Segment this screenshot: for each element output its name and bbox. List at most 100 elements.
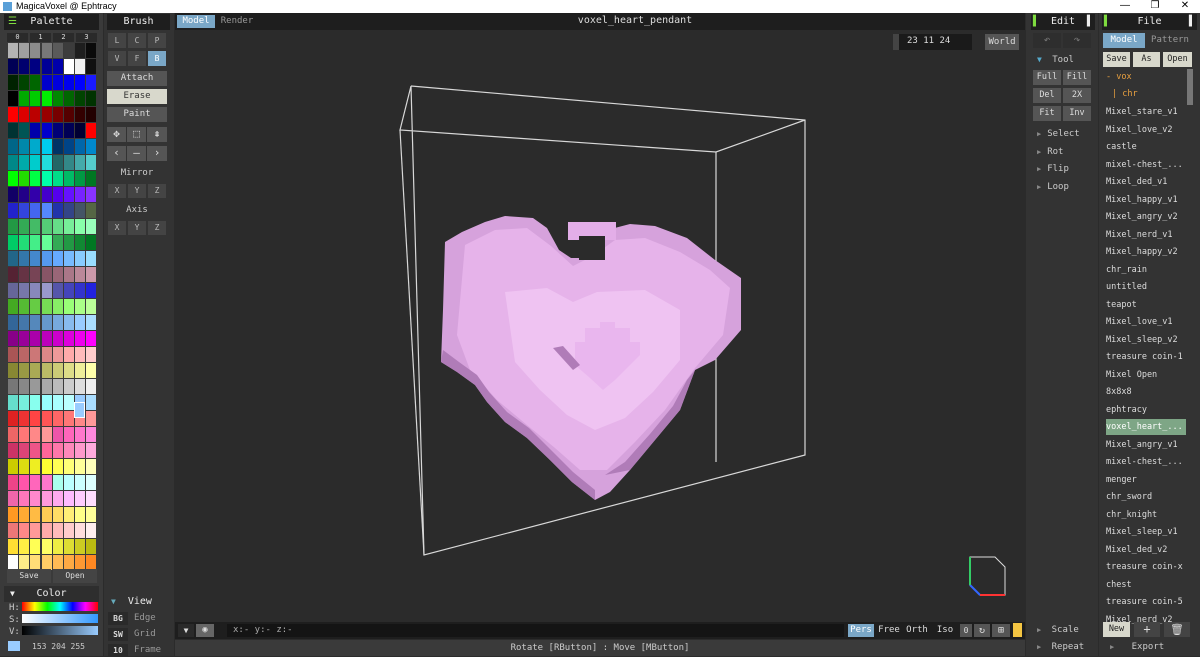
file-list-item[interactable]: mixel-chest_... — [1106, 157, 1186, 173]
palette-swatch[interactable] — [41, 59, 52, 74]
palette-swatch[interactable] — [30, 379, 41, 394]
chevron-left-icon[interactable]: ‹ — [107, 146, 126, 161]
iso-button[interactable]: Iso — [932, 624, 958, 637]
file-open-button[interactable]: Open — [1163, 52, 1192, 67]
palette-swatch[interactable] — [75, 219, 86, 234]
file-list-item[interactable]: chr_sword — [1106, 489, 1186, 505]
erase-button[interactable]: Erase — [107, 89, 167, 104]
palette-swatch[interactable] — [19, 379, 30, 394]
palette-swatch[interactable] — [64, 155, 74, 170]
palette-swatch[interactable] — [52, 411, 63, 426]
palette-swatch[interactable] — [19, 555, 30, 570]
file-list-item[interactable]: Mixel_angry_v2 — [1106, 209, 1186, 225]
palette-swatch[interactable] — [41, 315, 52, 330]
palette-swatch[interactable] — [75, 347, 86, 362]
palette-swatch[interactable] — [52, 91, 63, 106]
palette-swatch[interactable] — [64, 91, 74, 106]
palette-swatch[interactable] — [41, 427, 52, 442]
palette-swatch[interactable] — [52, 491, 63, 506]
grid-toggle-icon[interactable]: ⊞ — [992, 624, 1010, 637]
palette-swatch[interactable] — [19, 315, 30, 330]
orth-button[interactable]: Orth — [904, 624, 930, 637]
palette-swatch[interactable] — [86, 395, 97, 410]
palette-swatch[interactable] — [30, 347, 41, 362]
file-list-item[interactable]: Mixel_stare_v1 — [1106, 104, 1186, 120]
palette-swatch[interactable] — [52, 475, 63, 490]
palette-swatch[interactable] — [41, 347, 52, 362]
file-list-item[interactable]: untitled — [1106, 279, 1186, 295]
brush-mode-P[interactable]: P — [148, 33, 166, 48]
palette-swatch[interactable] — [64, 331, 74, 346]
palette-swatch[interactable] — [19, 123, 30, 138]
palette-swatch[interactable] — [52, 507, 63, 522]
palette-swatch[interactable] — [19, 59, 30, 74]
palette-swatch[interactable] — [19, 91, 30, 106]
file-list-item[interactable]: mixel-chest_... — [1106, 454, 1186, 470]
trash-icon[interactable]: 🗑 — [1164, 622, 1190, 637]
palette-swatch[interactable] — [8, 475, 18, 490]
palette-swatch[interactable] — [52, 219, 63, 234]
palette-swatch[interactable] — [30, 219, 41, 234]
paint-button[interactable]: Paint — [107, 107, 167, 122]
palette-swatch[interactable] — [19, 283, 30, 298]
tab-render[interactable]: Render — [217, 15, 257, 28]
palette-swatch[interactable] — [41, 299, 52, 314]
folder-vox[interactable]: - vox — [1106, 69, 1186, 85]
palette-swatch[interactable] — [30, 123, 41, 138]
palette-swatch[interactable] — [64, 299, 74, 314]
palette-swatch[interactable] — [8, 379, 18, 394]
palette-swatch[interactable] — [30, 203, 41, 218]
palette-swatch[interactable] — [75, 155, 86, 170]
add-icon[interactable]: + — [1134, 622, 1160, 637]
palette-swatch[interactable] — [8, 299, 18, 314]
palette-swatch[interactable] — [8, 43, 18, 58]
palette-swatch[interactable] — [30, 283, 41, 298]
palette-swatch[interactable] — [52, 347, 63, 362]
palette-swatch[interactable] — [41, 155, 52, 170]
palette-swatch[interactable] — [8, 267, 18, 282]
palette-swatch[interactable] — [19, 155, 30, 170]
pin-icon[interactable]: ⇞ — [147, 127, 167, 142]
view-label-frame[interactable]: Frame — [134, 644, 170, 657]
palette-swatch[interactable] — [8, 347, 18, 362]
palette-swatch[interactable] — [30, 155, 41, 170]
palette-swatch[interactable] — [41, 203, 52, 218]
palette-swatch[interactable] — [41, 283, 52, 298]
palette-swatch[interactable] — [30, 395, 41, 410]
palette-swatch[interactable] — [8, 91, 18, 106]
palette-swatch[interactable] — [41, 507, 52, 522]
palette-swatch[interactable] — [86, 427, 97, 442]
palette-swatch[interactable] — [8, 251, 18, 266]
file-tab-pattern[interactable]: Pattern — [1147, 33, 1193, 48]
palette-swatch[interactable] — [64, 235, 74, 250]
new-file-button[interactable]: New — [1103, 622, 1130, 637]
palette-swatch[interactable] — [86, 283, 97, 298]
mirror-x[interactable]: X — [108, 184, 126, 198]
palette-swatch[interactable] — [64, 523, 74, 538]
palette-swatch[interactable] — [52, 75, 63, 90]
palette-swatch[interactable] — [75, 91, 86, 106]
palette-swatch[interactable] — [8, 315, 18, 330]
palette-swatch[interactable] — [8, 203, 18, 218]
maximize-button[interactable]: ❐ — [1140, 0, 1170, 11]
palette-swatch[interactable] — [41, 555, 52, 570]
palette-swatch[interactable] — [86, 443, 97, 458]
palette-swatch[interactable] — [75, 523, 86, 538]
palette-swatch[interactable] — [41, 251, 52, 266]
camera-icon[interactable]: ◉ — [196, 624, 214, 637]
palette-swatch[interactable] — [52, 203, 63, 218]
palette-swatch[interactable] — [75, 379, 86, 394]
palette-swatch[interactable] — [19, 267, 30, 282]
palette-swatch[interactable] — [75, 555, 86, 570]
palette-swatch[interactable] — [86, 251, 97, 266]
palette-swatch[interactable] — [64, 555, 74, 570]
palette-swatch[interactable] — [19, 475, 30, 490]
file-list-item[interactable]: Mixel Open — [1106, 367, 1186, 383]
brush-mode-F[interactable]: F — [128, 51, 146, 66]
palette-swatch[interactable] — [75, 331, 86, 346]
palette-swatch[interactable] — [64, 539, 74, 554]
brush-mode-C[interactable]: C — [128, 33, 146, 48]
palette-tab-0[interactable]: 0 — [7, 33, 28, 42]
palette-swatch[interactable] — [19, 411, 30, 426]
palette-swatch[interactable] — [41, 459, 52, 474]
